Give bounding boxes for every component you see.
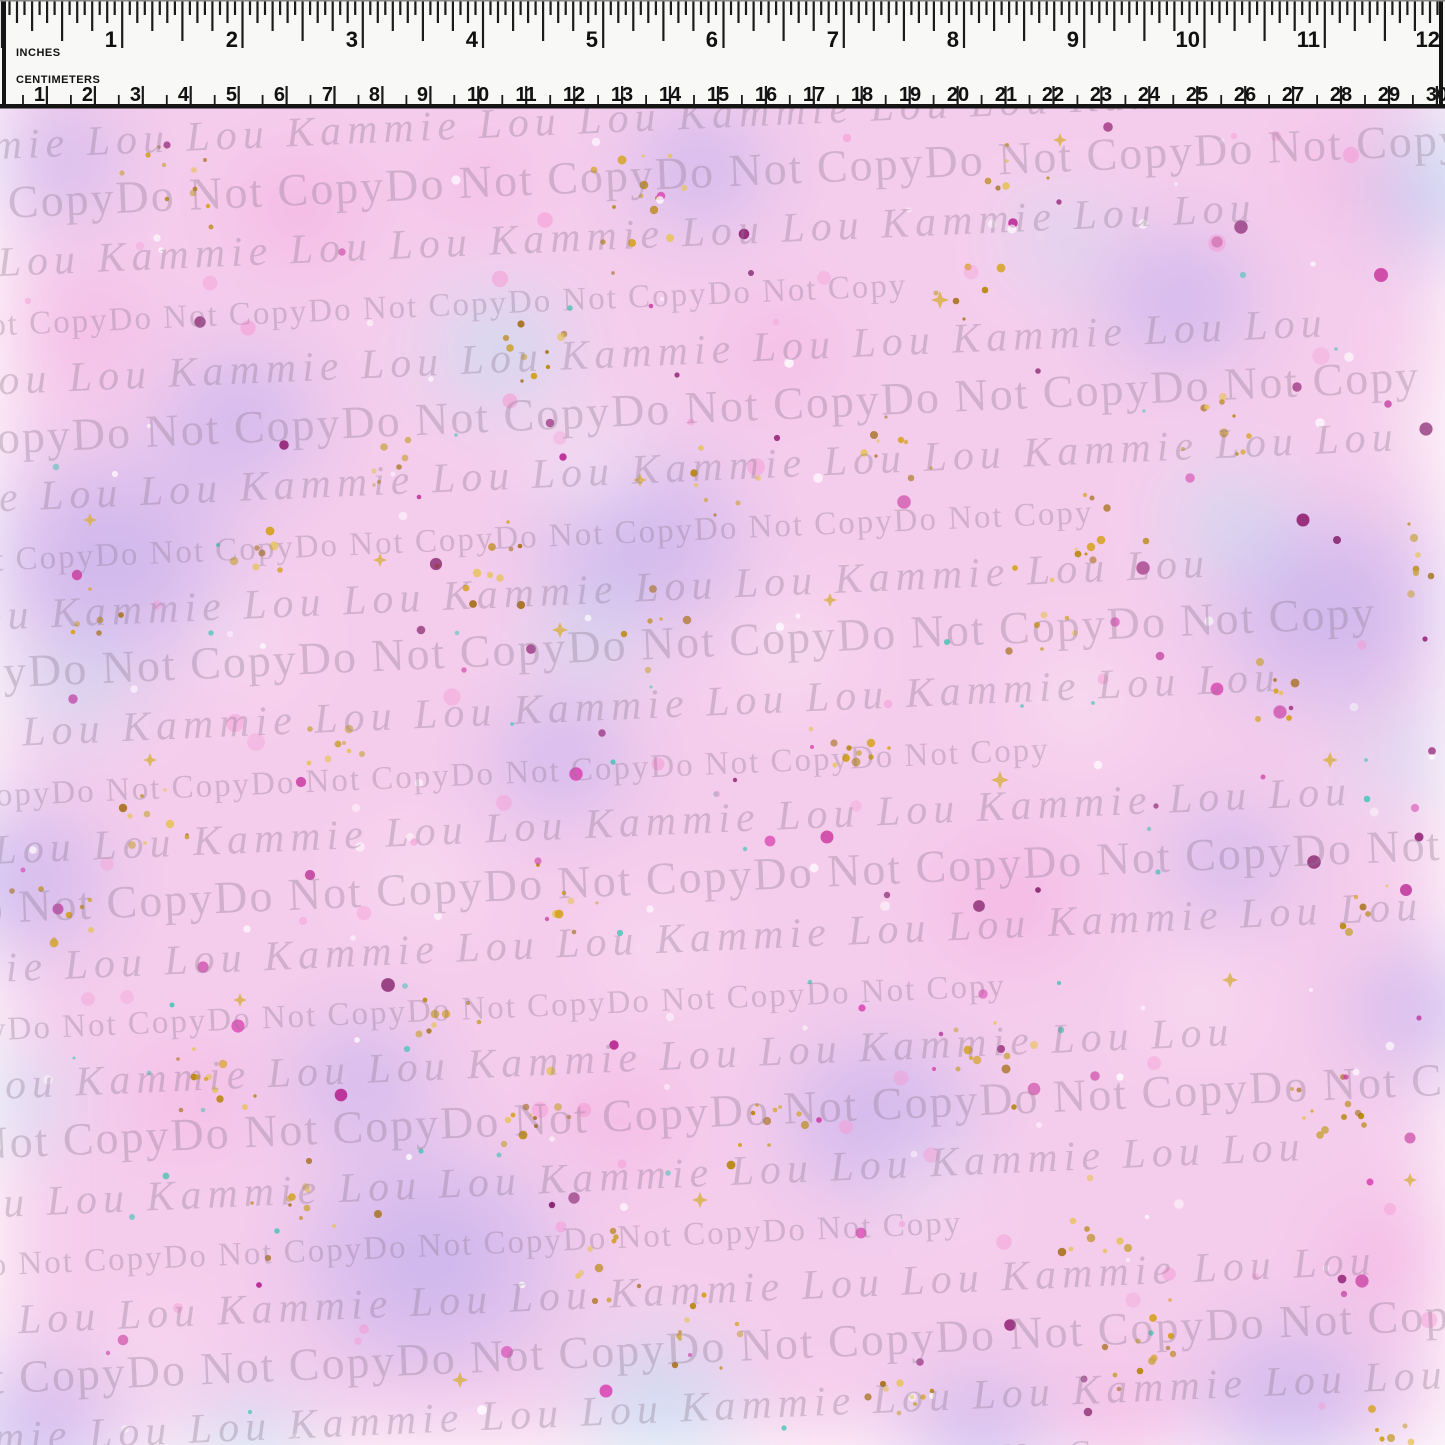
svg-text:1: 1 <box>34 84 45 106</box>
svg-text:2: 2 <box>82 84 93 106</box>
svg-text:8: 8 <box>369 84 380 106</box>
svg-text:4: 4 <box>178 84 190 106</box>
svg-text:21: 21 <box>995 84 1017 106</box>
svg-text:5: 5 <box>586 27 598 52</box>
svg-text:13: 13 <box>611 84 633 106</box>
svg-text:14: 14 <box>659 84 682 106</box>
svg-text:5: 5 <box>226 84 237 106</box>
svg-text:20: 20 <box>947 84 969 106</box>
svg-text:4: 4 <box>466 27 479 52</box>
svg-text:15: 15 <box>707 84 729 106</box>
svg-text:18: 18 <box>851 84 873 106</box>
svg-text:3: 3 <box>130 84 141 106</box>
svg-text:3: 3 <box>346 27 358 52</box>
svg-text:26: 26 <box>1234 84 1256 106</box>
svg-text:27: 27 <box>1282 84 1304 106</box>
svg-text:23: 23 <box>1090 84 1112 106</box>
svg-text:12: 12 <box>563 84 585 106</box>
svg-text:7: 7 <box>827 27 839 52</box>
svg-text:19: 19 <box>899 84 921 106</box>
svg-text:11: 11 <box>1297 27 1320 52</box>
svg-text:17: 17 <box>803 84 825 106</box>
svg-text:16: 16 <box>755 84 777 106</box>
svg-text:10: 10 <box>1176 27 1200 52</box>
svg-text:9: 9 <box>417 84 428 106</box>
svg-text:29: 29 <box>1378 84 1400 106</box>
svg-text:1: 1 <box>105 27 117 52</box>
svg-text:22: 22 <box>1042 84 1064 106</box>
svg-text:INCHES: INCHES <box>16 47 61 59</box>
svg-text:9: 9 <box>1067 27 1079 52</box>
svg-text:6: 6 <box>706 27 718 52</box>
svg-text:10: 10 <box>467 84 489 106</box>
svg-text:12: 12 <box>1416 27 1440 52</box>
svg-text:6: 6 <box>274 84 285 106</box>
svg-text:2: 2 <box>226 27 238 52</box>
svg-text:11: 11 <box>515 84 536 106</box>
svg-text:24: 24 <box>1138 84 1161 106</box>
svg-text:25: 25 <box>1186 84 1208 106</box>
svg-text:8: 8 <box>947 27 959 52</box>
svg-text:28: 28 <box>1330 84 1352 106</box>
svg-text:7: 7 <box>322 84 333 106</box>
